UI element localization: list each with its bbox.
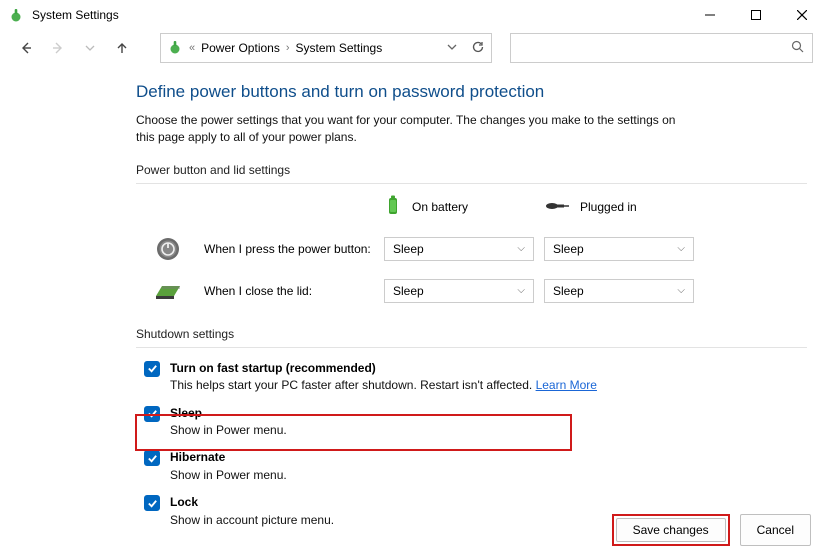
option-desc: This helps start your PC faster after sh…: [170, 377, 597, 394]
titlebar: System Settings: [0, 0, 827, 30]
option-title: Sleep: [170, 405, 287, 422]
separator: [136, 347, 807, 348]
row-label-lid: When I close the lid:: [204, 284, 374, 298]
recent-dropdown[interactable]: [78, 34, 102, 62]
select-power-battery[interactable]: Sleep ⌵: [384, 237, 534, 261]
address-bar[interactable]: « Power Options › System Settings: [160, 33, 492, 63]
separator: [136, 183, 807, 184]
option-desc: Show in Power menu.: [170, 422, 287, 439]
breadcrumb-item[interactable]: System Settings: [296, 41, 383, 55]
window-title: System Settings: [32, 8, 687, 22]
back-button[interactable]: [14, 34, 38, 62]
learn-more-link[interactable]: Learn More: [536, 378, 597, 392]
option-sleep: Sleep Show in Power menu.: [144, 403, 807, 448]
checkbox-hibernate[interactable]: [144, 450, 160, 466]
select-value: Sleep: [393, 284, 424, 298]
navigation-row: « Power Options › System Settings: [0, 30, 827, 66]
power-options-icon: [167, 39, 183, 58]
option-title: Hibernate: [170, 449, 287, 466]
page-description: Choose the power settings that you want …: [136, 112, 696, 147]
select-lid-plugged[interactable]: Sleep ⌵: [544, 279, 694, 303]
option-hibernate: Hibernate Show in Power menu.: [144, 447, 807, 492]
row-label-power-button: When I press the power button:: [204, 242, 374, 256]
column-header-battery: On battery: [384, 194, 534, 221]
checkbox-lock[interactable]: [144, 495, 160, 511]
footer-buttons: Save changes Cancel: [612, 514, 811, 546]
column-header-plugged: Plugged in: [544, 198, 694, 217]
power-button-icon: [154, 235, 182, 263]
select-lid-battery[interactable]: Sleep ⌵: [384, 279, 534, 303]
option-title: Turn on fast startup (recommended): [170, 360, 597, 377]
search-input[interactable]: [519, 41, 791, 55]
chevron-right-icon: ›: [286, 42, 290, 54]
page-title: Define power buttons and turn on passwor…: [136, 82, 807, 102]
checkbox-fast-startup[interactable]: [144, 361, 160, 377]
address-dropdown[interactable]: [447, 41, 457, 55]
column-label: Plugged in: [580, 200, 637, 214]
refresh-button[interactable]: [471, 40, 485, 57]
chevron-down-icon: ⌵: [517, 285, 525, 296]
select-power-plugged[interactable]: Sleep ⌵: [544, 237, 694, 261]
select-value: Sleep: [393, 242, 424, 256]
forward-button[interactable]: [46, 34, 70, 62]
highlight-save: Save changes: [612, 514, 730, 546]
column-label: On battery: [412, 200, 468, 214]
content-area: Define power buttons and turn on passwor…: [0, 66, 827, 537]
section-label-shutdown: Shutdown settings: [136, 327, 807, 341]
up-button[interactable]: [110, 34, 134, 62]
chevron-left-icon: «: [189, 42, 195, 54]
save-button[interactable]: Save changes: [616, 518, 726, 542]
breadcrumb-item[interactable]: Power Options: [201, 41, 280, 55]
chevron-down-icon: ⌵: [677, 285, 685, 296]
chevron-down-icon: ⌵: [517, 243, 525, 254]
option-desc: Show in account picture menu.: [170, 512, 334, 529]
checkbox-sleep[interactable]: [144, 406, 160, 422]
chevron-down-icon: ⌵: [677, 243, 685, 254]
battery-icon: [384, 194, 402, 221]
option-title: Lock: [170, 494, 334, 511]
app-icon: [8, 7, 24, 23]
lid-icon: [154, 277, 182, 305]
select-value: Sleep: [553, 242, 584, 256]
search-box[interactable]: [510, 33, 813, 63]
cancel-button[interactable]: Cancel: [740, 514, 811, 546]
close-button[interactable]: [779, 0, 825, 30]
search-icon[interactable]: [791, 40, 804, 56]
select-value: Sleep: [553, 284, 584, 298]
plug-icon: [544, 198, 570, 217]
option-desc: Show in Power menu.: [170, 467, 287, 484]
minimize-button[interactable]: [687, 0, 733, 30]
option-fast-startup: Turn on fast startup (recommended) This …: [144, 358, 807, 403]
shutdown-settings: Turn on fast startup (recommended) This …: [136, 358, 807, 537]
maximize-button[interactable]: [733, 0, 779, 30]
power-grid: On battery Plugged in When I press the p…: [154, 194, 807, 305]
section-label-power: Power button and lid settings: [136, 163, 807, 177]
